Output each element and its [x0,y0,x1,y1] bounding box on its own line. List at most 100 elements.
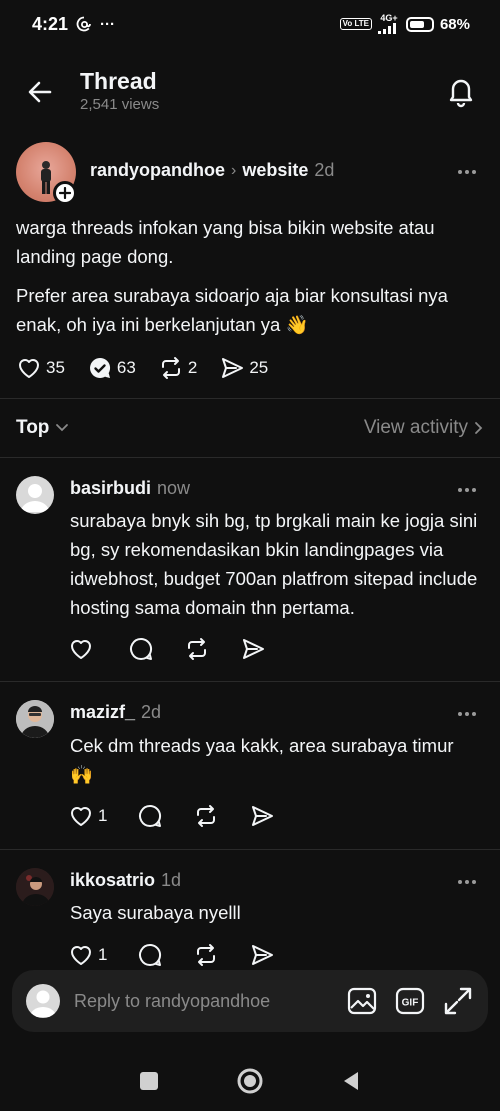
like-button[interactable]: 35 [16,355,65,381]
repost-button[interactable] [193,942,219,968]
heart-icon [71,807,91,826]
share-count: 25 [249,358,269,377]
reply-avatar[interactable] [16,868,54,906]
sort-row: Top View activity [16,414,484,442]
sort-label: Top [16,417,50,438]
expand-icon[interactable] [442,985,474,1017]
reply-actions: 1 [68,803,305,829]
gif-icon[interactable]: GIF [394,985,426,1017]
share-button[interactable] [240,636,266,662]
like-button[interactable] [68,636,98,662]
reply-button[interactable] [137,942,163,968]
reply-avatar[interactable] [16,476,54,514]
page-title: Thread [80,68,157,94]
repost-button[interactable] [184,636,210,662]
back-triangle-icon[interactable] [340,1070,362,1092]
reply-time: now [157,478,191,498]
like-count: 35 [46,358,65,377]
reply-more-button[interactable] [458,709,482,719]
share-button[interactable]: 25 [219,355,268,381]
repost-icon [197,805,216,827]
chevron-right-icon [475,422,483,434]
reply-body: surabaya bnyk sih bg, tp brgkali main ke… [70,510,478,618]
reply-button[interactable]: 63 [87,355,136,381]
reply-input[interactable] [74,990,346,1012]
post-meta: randyopandhoe › website 2d [90,160,334,181]
comment-icon [139,804,162,827]
reply-body: Cek dm threads yaa kakk, area surabaya t… [70,735,454,785]
reply-header: basirbudi now [70,478,190,499]
author-username[interactable]: randyopandhoe [90,160,225,181]
like-button[interactable]: 1 [68,942,107,968]
image-icon[interactable] [346,985,378,1017]
reply-more-button[interactable] [458,877,482,887]
reply-button[interactable] [137,803,163,829]
repost-button[interactable]: 2 [158,355,197,381]
status-bar: 4:21 ··· Vo LTE 4G+ 68% [0,0,500,48]
reply-avatar[interactable] [16,700,54,738]
repost-icon [197,944,216,966]
like-count: 1 [98,945,108,964]
send-icon [222,358,244,378]
reply-count: 63 [116,358,136,377]
send-icon [243,639,264,659]
post-time: 2d [314,160,335,180]
default-avatar-icon [30,990,56,1017]
reply-username[interactable]: ikkosatrio [70,870,155,891]
reply-time: 1d [161,870,182,890]
thread-header: Thread 2,541 views [0,60,500,124]
reply-actions: 1 [68,942,305,968]
battery-level: 68% [439,15,470,33]
reply-actions [68,636,296,662]
svg-text:GIF: GIF [402,998,419,1009]
like-button[interactable]: 1 [68,803,107,829]
share-button[interactable] [249,803,275,829]
divider [0,849,500,850]
post-more-button[interactable] [458,167,482,177]
recents-icon[interactable] [138,1070,160,1092]
like-count: 1 [98,806,108,825]
home-icon[interactable] [236,1067,264,1095]
replied-check-icon [89,357,110,378]
arrow-left-icon [28,81,52,103]
reply-button[interactable] [128,636,154,662]
reply-time: 2d [141,702,162,722]
reply-header: mazizf_ 2d [70,702,161,723]
repost-count: 2 [187,358,198,377]
share-button[interactable] [249,942,275,968]
comment-icon [139,943,162,966]
post-body-paragraph-1: warga threads infokan yang bisa bikin we… [16,217,435,267]
view-activity-link[interactable]: View activity [364,417,484,439]
reply-username[interactable]: mazizf_ [70,702,135,723]
divider [0,398,500,399]
more-notifications-icon: ··· [100,15,116,33]
status-time: 4:21 [32,13,69,34]
follow-button[interactable] [53,181,77,205]
heart-icon [19,359,39,378]
send-icon [252,806,274,826]
network-type: 4G+ [380,13,398,23]
signal-icon [377,23,396,34]
send-icon [252,945,274,965]
threads-notification-icon [76,16,91,32]
reply-more-button[interactable] [458,485,482,495]
notifications-button[interactable] [444,74,478,108]
composer-avatar [26,984,60,1018]
system-nav-bar [0,1050,500,1111]
sort-dropdown[interactable]: Top [16,417,69,439]
battery-icon [405,16,434,32]
user-photo-icon [16,868,54,906]
reply-username[interactable]: basirbudi [70,478,151,499]
volte-icon: Vo LTE [339,18,372,30]
repost-button[interactable] [193,803,219,829]
topic-tag[interactable]: website [242,160,308,181]
reply-body: Saya surabaya nyelll [70,902,241,923]
avatar-figure [41,161,51,194]
default-avatar-icon [21,484,49,512]
repost-icon [161,357,180,379]
reply-composer: GIF [12,970,488,1032]
chevron-down-icon [56,424,69,432]
back-button[interactable] [24,76,56,108]
post-actions: 35 63 2 25 [16,355,290,381]
reply-header: ikkosatrio 1d [70,870,181,891]
